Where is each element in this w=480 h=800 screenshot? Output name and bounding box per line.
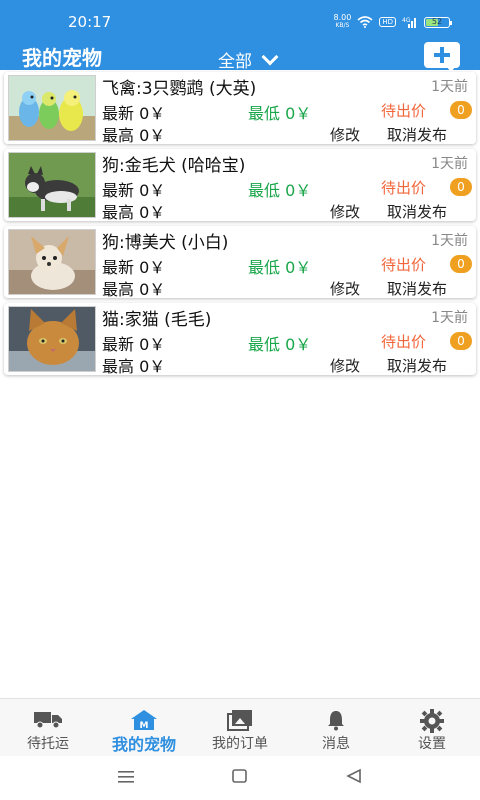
post-time: 1天前 — [431, 310, 468, 326]
net-speed-unit: KB/S — [335, 22, 350, 29]
nav-label: 设置 — [418, 736, 446, 752]
add-message-icon[interactable] — [424, 42, 460, 68]
status-label: 待出价 — [381, 333, 427, 351]
pet-card[interactable]: 飞禽:3只鹦鹉 (大英) 1天前 最新 0￥ 最低 0￥ 待出价 0 最高 0￥… — [4, 72, 476, 145]
pet-card[interactable]: 狗:金毛犬 (哈哈宝) 1天前 最新 0￥ 最低 0￥ 待出价 0 最高 0￥ … — [4, 149, 476, 222]
pet-photo — [8, 229, 96, 295]
nav-item-my-orders[interactable]: 我的订单 — [192, 699, 288, 757]
net-speed-value: 8.00 — [333, 13, 352, 22]
page-title: 我的宠物 — [22, 46, 102, 70]
menu-icon[interactable] — [117, 768, 135, 784]
signal-label: 4G — [402, 17, 411, 24]
gear-icon — [420, 709, 444, 733]
pet-photo — [8, 75, 96, 141]
nav-item-my-pets[interactable]: M 我的宠物 — [96, 699, 192, 757]
latest-price: 最新 0￥ — [102, 104, 166, 123]
pet-photo — [8, 306, 96, 372]
bid-count-badge: 0 — [450, 178, 472, 196]
app-header: 20:17 8.00 KB/S HD 4G 52 我的宠物 全部 — [0, 0, 480, 72]
status-time: 20:17 — [68, 13, 112, 31]
bottom-nav: 待托运 M 我的宠物 我的订单 消息 设置 — [0, 698, 480, 756]
truck-icon — [34, 712, 62, 729]
pet-card[interactable]: 猫:家猫 (毛毛) 1天前 最新 0￥ 最低 0￥ 待出价 0 最高 0￥ 修改… — [4, 303, 476, 376]
lowest-price: 最低 0￥ — [248, 335, 312, 354]
home-m-icon: M — [131, 710, 157, 731]
cancel-post-button[interactable]: 取消发布 — [387, 124, 447, 145]
bell-icon — [328, 711, 344, 731]
highest-price: 最高 0￥ — [102, 203, 166, 222]
cancel-post-button[interactable]: 取消发布 — [387, 278, 447, 299]
lowest-price: 最低 0￥ — [248, 104, 312, 123]
highest-price: 最高 0￥ — [102, 357, 166, 376]
home-icon[interactable] — [231, 768, 249, 784]
edit-button[interactable]: 修改 — [330, 355, 360, 376]
latest-price: 最新 0￥ — [102, 335, 166, 354]
edit-button[interactable]: 修改 — [330, 278, 360, 299]
pet-photo — [8, 152, 96, 218]
system-nav-bar — [0, 756, 480, 800]
latest-price: 最新 0￥ — [102, 181, 166, 200]
bid-count-badge: 0 — [450, 255, 472, 273]
status-bar: 20:17 8.00 KB/S HD 4G 52 — [0, 0, 480, 40]
battery-level: 52 — [431, 16, 443, 26]
latest-price: 最新 0￥ — [102, 258, 166, 277]
cancel-post-button[interactable]: 取消发布 — [387, 201, 447, 222]
status-label: 待出价 — [381, 102, 427, 120]
pet-name: 狗:博美犬 (小白) — [102, 233, 229, 253]
post-time: 1天前 — [431, 156, 468, 172]
nav-label: 我的宠物 — [111, 735, 176, 754]
edit-button[interactable]: 修改 — [330, 124, 360, 145]
svg-text:M: M — [140, 721, 149, 731]
pet-name: 猫:家猫 (毛毛) — [102, 310, 212, 330]
nav-item-settings[interactable]: 设置 — [384, 699, 480, 757]
bid-count-badge: 0 — [450, 332, 472, 350]
pet-name: 狗:金毛犬 (哈哈宝) — [102, 156, 246, 176]
photos-icon — [227, 710, 252, 731]
status-icons: 8.00 KB/S HD 4G 52 — [334, 14, 452, 30]
highest-price: 最高 0￥ — [102, 126, 166, 145]
post-time: 1天前 — [431, 233, 468, 249]
filter-label: 全部 — [218, 52, 252, 72]
highest-price: 最高 0￥ — [102, 280, 166, 299]
edit-button[interactable]: 修改 — [330, 201, 360, 222]
signal-icon: 4G — [402, 17, 416, 28]
net-speed: 8.00 KB/S — [334, 14, 352, 30]
status-label: 待出价 — [381, 256, 427, 274]
pet-card[interactable]: 狗:博美犬 (小白) 1天前 最新 0￥ 最低 0￥ 待出价 0 最高 0￥ 修… — [4, 226, 476, 299]
status-label: 待出价 — [381, 179, 427, 197]
cancel-post-button[interactable]: 取消发布 — [387, 355, 447, 376]
pet-name: 飞禽:3只鹦鹉 (大英) — [102, 79, 257, 99]
back-icon[interactable] — [345, 768, 363, 784]
nav-item-pending-shipment[interactable]: 待托运 — [0, 699, 96, 757]
nav-label: 待托运 — [27, 736, 69, 752]
battery-icon: 52 — [424, 16, 452, 28]
hd-badge: HD — [379, 17, 396, 27]
wifi-icon — [357, 16, 373, 28]
filter-dropdown[interactable]: 全部 — [218, 47, 279, 72]
nav-label: 我的订单 — [212, 736, 268, 752]
nav-label: 消息 — [322, 736, 350, 752]
bid-count-badge: 0 — [450, 101, 472, 119]
chevron-down-icon — [261, 48, 279, 65]
post-time: 1天前 — [431, 79, 468, 95]
lowest-price: 最低 0￥ — [248, 181, 312, 200]
lowest-price: 最低 0￥ — [248, 258, 312, 277]
nav-item-messages[interactable]: 消息 — [288, 699, 384, 757]
